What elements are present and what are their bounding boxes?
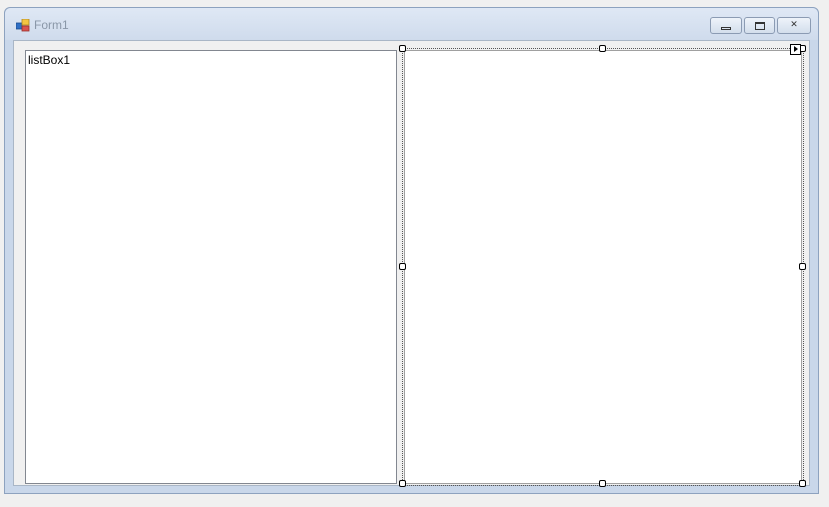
resize-handle-middle-right[interactable] bbox=[799, 263, 806, 270]
resize-handle-bottom-right[interactable] bbox=[799, 480, 806, 487]
selected-panel[interactable] bbox=[404, 50, 802, 484]
resize-handle-middle-left[interactable] bbox=[399, 263, 406, 270]
window-title: Form1 bbox=[34, 18, 69, 32]
minimize-icon bbox=[721, 27, 731, 30]
smart-tag-arrow-icon bbox=[794, 46, 798, 52]
form-window[interactable]: Form1 ✕ listBox1 bbox=[4, 7, 819, 494]
resize-handle-bottom-center[interactable] bbox=[599, 480, 606, 487]
form-client-area: listBox1 bbox=[13, 40, 810, 487]
minimize-button[interactable] bbox=[710, 17, 742, 34]
maximize-icon bbox=[754, 22, 765, 30]
form-icon bbox=[16, 19, 30, 32]
resize-handle-top-center[interactable] bbox=[599, 45, 606, 52]
smart-tag-button[interactable] bbox=[790, 44, 801, 55]
close-icon: ✕ bbox=[790, 20, 798, 30]
resize-handle-bottom-left[interactable] bbox=[399, 480, 406, 487]
maximize-button[interactable] bbox=[744, 17, 775, 34]
listbox-placeholder-text: listBox1 bbox=[28, 53, 71, 67]
listbox[interactable]: listBox1 bbox=[25, 50, 397, 484]
resize-handle-top-left[interactable] bbox=[399, 45, 406, 52]
title-bar[interactable]: Form1 ✕ bbox=[5, 8, 818, 40]
close-button[interactable]: ✕ bbox=[777, 17, 811, 34]
